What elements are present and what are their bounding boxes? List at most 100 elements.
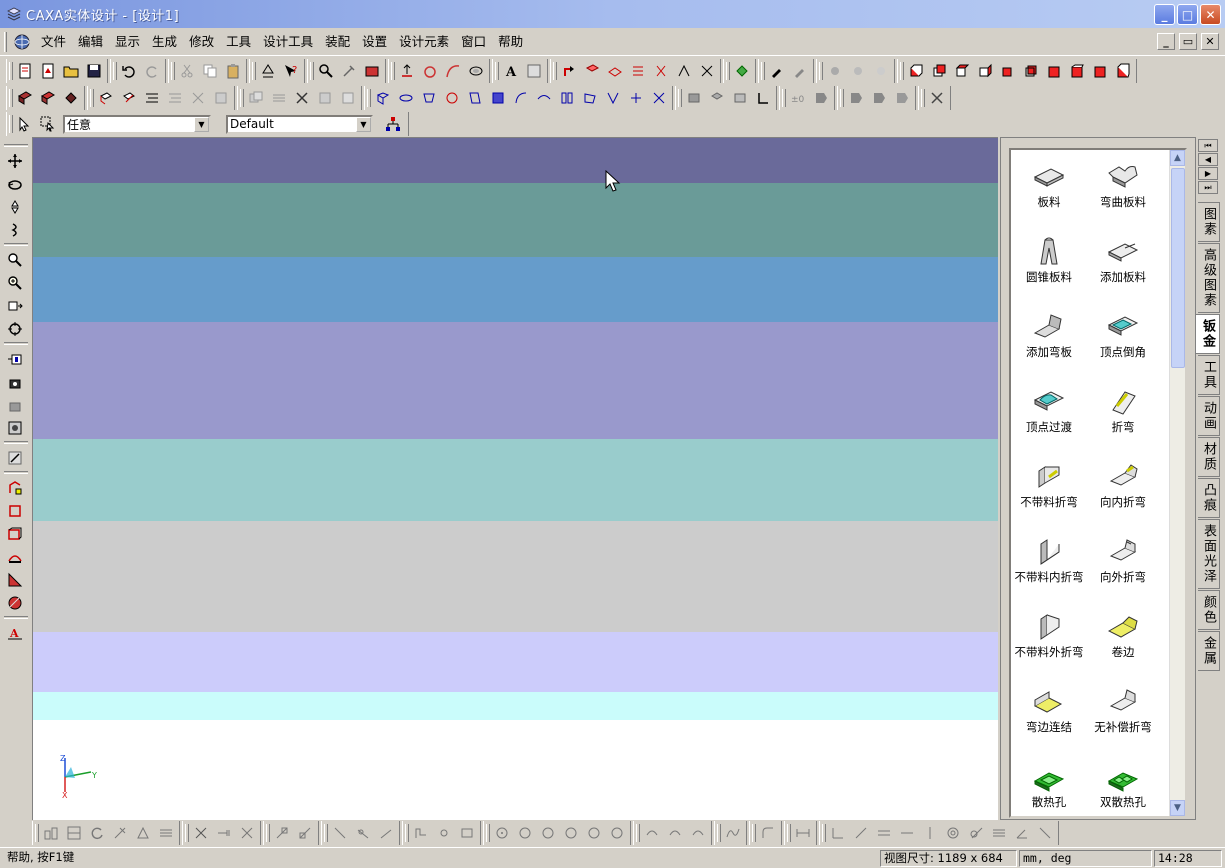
close-button[interactable]: ✕ xyxy=(1200,4,1221,25)
library-scrollbar[interactable]: ▲ ▼ xyxy=(1169,150,1185,816)
context-help-icon[interactable]: ? xyxy=(279,60,302,82)
view-iso-icon[interactable] xyxy=(1042,60,1065,82)
minimize-button[interactable]: _ xyxy=(1154,4,1175,25)
arc-1-icon[interactable] xyxy=(640,822,663,844)
side-tab[interactable]: 钣金 xyxy=(1196,314,1220,354)
angle-icon[interactable] xyxy=(1010,822,1033,844)
library-item[interactable]: 不带料折弯 xyxy=(1011,453,1089,528)
face-icon-3[interactable] xyxy=(626,60,649,82)
view-iso4-icon[interactable] xyxy=(1111,60,1134,82)
arc-2-icon[interactable] xyxy=(663,822,686,844)
menu-help[interactable]: 帮助 xyxy=(492,32,529,52)
tangent-line-icon[interactable] xyxy=(351,822,374,844)
tools-icon[interactable] xyxy=(337,60,360,82)
camera-icon-3[interactable] xyxy=(3,393,27,416)
concentric-icon[interactable] xyxy=(941,822,964,844)
library-item[interactable]: 不带料内折弯 xyxy=(1011,528,1089,603)
paste-icon[interactable] xyxy=(221,60,244,82)
angle-line-icon[interactable] xyxy=(374,822,397,844)
constraint-c-icon[interactable] xyxy=(872,822,895,844)
sketch-text-icon[interactable]: A xyxy=(3,621,27,644)
edit-tool-5-icon[interactable] xyxy=(186,87,209,109)
zoom-icon[interactable] xyxy=(3,248,27,271)
style-select[interactable]: Default ▼ xyxy=(226,114,373,134)
menu-design-tools[interactable]: 设计工具 xyxy=(257,32,319,52)
tag-1-icon[interactable] xyxy=(844,87,867,109)
point-icon[interactable] xyxy=(432,822,455,844)
rotate-icon[interactable] xyxy=(85,822,108,844)
horizontal-icon[interactable] xyxy=(895,822,918,844)
zoom-fit-icon[interactable] xyxy=(3,294,27,317)
pan-icon[interactable] xyxy=(3,149,27,172)
view-front-icon[interactable] xyxy=(904,60,927,82)
library-item[interactable]: 顶点倒角 xyxy=(1083,303,1163,378)
loft-icon[interactable] xyxy=(464,60,487,82)
drawing-1-icon[interactable] xyxy=(682,87,705,109)
shaded-edges-icon[interactable] xyxy=(36,87,59,109)
next-tab-icon[interactable]: ▶ xyxy=(1198,167,1218,180)
paint-icon-3[interactable] xyxy=(869,60,892,82)
chevron-down-icon[interactable]: ▼ xyxy=(194,116,209,132)
edit-tool-2-icon[interactable] xyxy=(117,87,140,109)
new-drawing-icon[interactable] xyxy=(36,60,59,82)
move-feature-icon[interactable] xyxy=(557,60,580,82)
menu-generate[interactable]: 生成 xyxy=(146,32,183,52)
side-tab[interactable]: 金属 xyxy=(1198,631,1220,671)
vertical-icon[interactable] xyxy=(918,822,941,844)
menu-modify[interactable]: 修改 xyxy=(183,32,220,52)
sketch-arc-icon[interactable] xyxy=(3,545,27,568)
paint-icon-2[interactable] xyxy=(846,60,869,82)
boolean-3-icon[interactable] xyxy=(290,87,313,109)
insert-image-icon[interactable] xyxy=(522,60,545,82)
sketch-rect-icon[interactable] xyxy=(3,499,27,522)
sketch-circle-icon[interactable] xyxy=(3,591,27,614)
constraint-2-icon[interactable] xyxy=(293,822,316,844)
view-back-icon[interactable] xyxy=(927,60,950,82)
sketch-rect2-icon[interactable] xyxy=(3,522,27,545)
maximize-button[interactable]: □ xyxy=(1177,4,1198,25)
edit-tool-1-icon[interactable] xyxy=(94,87,117,109)
edit-tool-3-icon[interactable] xyxy=(140,87,163,109)
polyline-icon[interactable] xyxy=(409,822,432,844)
select-box-icon[interactable] xyxy=(36,113,59,135)
surface-4-icon[interactable] xyxy=(440,87,463,109)
textured-icon[interactable] xyxy=(59,87,82,109)
extend-icon[interactable] xyxy=(212,822,235,844)
scroll-thumb[interactable] xyxy=(1171,168,1185,368)
orbit-icon[interactable] xyxy=(3,172,27,195)
frame-icon[interactable] xyxy=(62,822,85,844)
boolean-5-icon[interactable] xyxy=(336,87,359,109)
last-tab-icon[interactable]: ⏭ xyxy=(1198,181,1218,194)
doc-restore-button[interactable]: ▭ xyxy=(1179,33,1197,50)
drawing-3-icon[interactable] xyxy=(728,87,751,109)
copy-icon[interactable] xyxy=(198,60,221,82)
constraint-a-icon[interactable] xyxy=(826,822,849,844)
library-item[interactable]: 添加弯板 xyxy=(1011,303,1089,378)
tag-2-icon[interactable] xyxy=(867,87,890,109)
first-tab-icon[interactable]: ⏮ xyxy=(1198,139,1218,152)
sketch-bspline-icon[interactable] xyxy=(3,568,27,591)
tangent-icon[interactable] xyxy=(964,822,987,844)
library-item[interactable]: 向内折弯 xyxy=(1083,453,1163,528)
shaded-icon[interactable] xyxy=(13,87,36,109)
sketch-polyline-icon[interactable] xyxy=(3,476,27,499)
boolean-4-icon[interactable] xyxy=(313,87,336,109)
camera-icon-2[interactable] xyxy=(3,370,27,393)
select-arrow-icon[interactable] xyxy=(13,113,36,135)
library-item[interactable]: 散热孔 xyxy=(1011,753,1089,816)
fillet-icon[interactable] xyxy=(756,822,779,844)
surface-8-icon[interactable] xyxy=(532,87,555,109)
view-right-icon[interactable] xyxy=(1019,60,1042,82)
face-icon-5[interactable] xyxy=(672,60,695,82)
library-item[interactable]: 弯曲板料 xyxy=(1083,153,1163,228)
menu-display[interactable]: 显示 xyxy=(109,32,146,52)
filter-select[interactable]: 任意 ▼ xyxy=(63,114,211,134)
edit-tool-6-icon[interactable] xyxy=(209,87,232,109)
redo-icon[interactable] xyxy=(140,60,163,82)
save-icon[interactable] xyxy=(82,60,105,82)
trim-icon[interactable] xyxy=(189,822,212,844)
surface-3-icon[interactable] xyxy=(417,87,440,109)
menu-assembly[interactable]: 装配 xyxy=(319,32,356,52)
view-bottom-icon[interactable] xyxy=(973,60,996,82)
surface-1-icon[interactable] xyxy=(371,87,394,109)
